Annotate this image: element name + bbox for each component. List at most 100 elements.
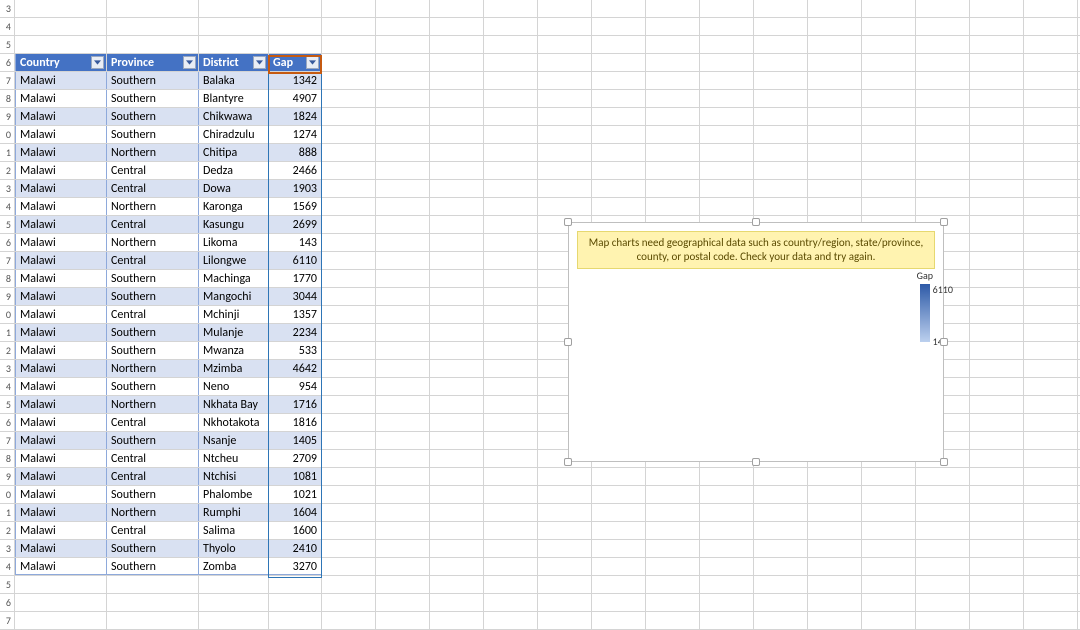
empty-cell[interactable] [430,270,484,287]
empty-cell[interactable] [484,360,538,377]
empty-cell[interactable] [322,324,376,341]
cell-district[interactable]: Mchinji [199,306,269,323]
cell-country[interactable]: Malawi [15,558,107,575]
row-header[interactable]: 3 [0,180,15,197]
cell-country[interactable]: Malawi [15,378,107,395]
cell-gap[interactable]: 1824 [269,108,322,125]
empty-cell[interactable] [1024,126,1078,143]
empty-cell[interactable] [1024,540,1078,557]
empty-cell[interactable] [484,108,538,125]
cell-district[interactable]: Zomba [199,558,269,575]
empty-cell[interactable] [430,378,484,395]
empty-cell[interactable] [970,288,1024,305]
empty-cell[interactable] [916,108,970,125]
row-header[interactable]: 2 [0,162,15,179]
empty-cell[interactable] [1024,486,1078,503]
cell-gap[interactable]: 2699 [269,216,322,233]
empty-cell[interactable] [754,558,808,575]
empty-cell[interactable] [430,342,484,359]
empty-cell[interactable] [199,0,269,17]
filter-button-district[interactable] [253,56,266,69]
empty-cell[interactable] [808,144,862,161]
empty-cell[interactable] [322,432,376,449]
empty-cell[interactable] [538,540,592,557]
empty-cell[interactable] [970,0,1024,17]
empty-cell[interactable] [322,252,376,269]
empty-cell[interactable] [322,162,376,179]
cell-district[interactable]: Nkhata Bay [199,396,269,413]
empty-cell[interactable] [322,396,376,413]
empty-cell[interactable] [322,558,376,575]
empty-cell[interactable] [430,126,484,143]
cell-gap[interactable]: 1600 [269,522,322,539]
empty-cell[interactable] [430,90,484,107]
cell-district[interactable]: Dedza [199,162,269,179]
empty-cell[interactable] [754,36,808,53]
row-header[interactable]: 0 [0,306,15,323]
cell-gap[interactable]: 4642 [269,360,322,377]
empty-cell[interactable] [808,540,862,557]
resize-handle[interactable] [752,218,760,226]
empty-cell[interactable] [376,558,430,575]
empty-cell[interactable] [322,594,376,611]
empty-cell[interactable] [430,450,484,467]
empty-cell[interactable] [484,72,538,89]
cell-province[interactable]: Southern [107,324,199,341]
empty-cell[interactable] [322,0,376,17]
empty-cell[interactable] [538,126,592,143]
empty-cell[interactable] [970,540,1024,557]
empty-cell[interactable] [700,180,754,197]
empty-cell[interactable] [269,594,322,611]
empty-cell[interactable] [700,612,754,629]
empty-cell[interactable] [970,612,1024,629]
empty-cell[interactable] [646,0,700,17]
empty-cell[interactable] [970,504,1024,521]
empty-cell[interactable] [484,252,538,269]
row-header[interactable]: 9 [0,288,15,305]
row-header[interactable]: 1 [0,324,15,341]
empty-cell[interactable] [970,576,1024,593]
cell-country[interactable]: Malawi [15,468,107,485]
cell-country[interactable]: Malawi [15,324,107,341]
empty-cell[interactable] [430,72,484,89]
cell-district[interactable]: Salima [199,522,269,539]
cell-district[interactable]: Chitipa [199,144,269,161]
empty-cell[interactable] [754,504,808,521]
empty-cell[interactable] [862,90,916,107]
cell-province[interactable]: Central [107,414,199,431]
empty-cell[interactable] [538,504,592,521]
empty-cell[interactable] [484,306,538,323]
cell-country[interactable]: Malawi [15,450,107,467]
empty-cell[interactable] [484,558,538,575]
empty-cell[interactable] [322,180,376,197]
cell-country[interactable]: Malawi [15,540,107,557]
empty-cell[interactable] [808,18,862,35]
empty-cell[interactable] [322,540,376,557]
cell-province[interactable]: Southern [107,432,199,449]
empty-cell[interactable] [1024,108,1078,125]
empty-cell[interactable] [107,18,199,35]
empty-cell[interactable] [970,270,1024,287]
cell-gap[interactable]: 1274 [269,126,322,143]
empty-cell[interactable] [1024,216,1078,233]
empty-cell[interactable] [700,162,754,179]
empty-cell[interactable] [808,36,862,53]
cell-province[interactable]: Central [107,216,199,233]
cell-country[interactable]: Malawi [15,180,107,197]
empty-cell[interactable] [538,198,592,215]
empty-cell[interactable] [538,594,592,611]
empty-cell[interactable] [916,504,970,521]
empty-cell[interactable] [538,108,592,125]
empty-cell[interactable] [808,612,862,629]
row-header[interactable]: 9 [0,468,15,485]
empty-cell[interactable] [430,288,484,305]
empty-cell[interactable] [376,54,430,71]
empty-cell[interactable] [376,72,430,89]
cell-province[interactable]: Central [107,450,199,467]
filter-button-province[interactable] [183,56,196,69]
empty-cell[interactable] [646,594,700,611]
empty-cell[interactable] [1024,144,1078,161]
empty-cell[interactable] [754,576,808,593]
empty-cell[interactable] [1024,324,1078,341]
empty-cell[interactable] [376,396,430,413]
